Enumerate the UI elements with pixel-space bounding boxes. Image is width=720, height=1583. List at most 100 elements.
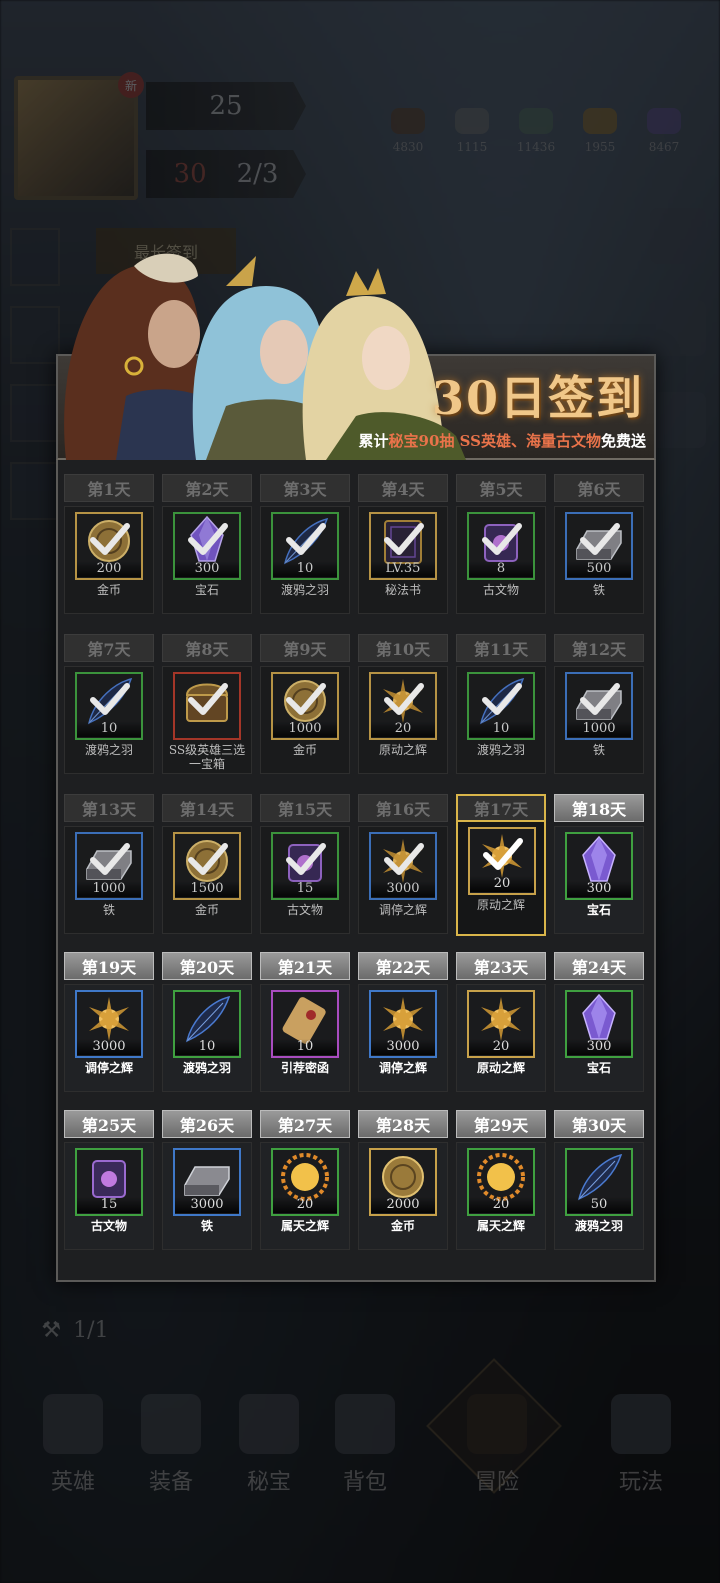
signin-title: 30日签到 xyxy=(431,371,644,425)
checkmark-icon xyxy=(580,682,620,715)
signin-day-cell[interactable]: 第1天 200 金币 xyxy=(64,474,154,616)
day-label: 第26天 xyxy=(162,1110,252,1138)
day-label: 第17天 xyxy=(456,794,546,822)
reward-item: 1000 xyxy=(271,672,339,740)
signin-day-cell[interactable]: 第3天 10 渡鸦之羽 xyxy=(260,474,350,616)
reward-quantity: LV.35 xyxy=(371,561,435,577)
signin-day-cell[interactable]: 第26天 3000 铁 xyxy=(162,1110,252,1252)
reward-item: 3000 xyxy=(369,990,437,1058)
day-label: 第21天 xyxy=(260,952,350,980)
signin-day-cell[interactable]: 第27天 20 属天之辉 xyxy=(260,1110,350,1252)
day-label: 第18天 xyxy=(554,794,644,822)
signin-day-cell[interactable]: 第23天 20 原动之辉 xyxy=(456,952,546,1094)
reward-item: 10 xyxy=(271,990,339,1058)
reward-name: 铁 xyxy=(592,743,605,757)
checkmark-icon xyxy=(286,522,326,555)
reward-quantity: 15 xyxy=(273,881,337,897)
signin-day-cell[interactable]: 第21天 10 引荐密函 xyxy=(260,952,350,1094)
signin-day-cell[interactable]: 第25天 15 古文物 xyxy=(64,1110,154,1252)
signin-day-cell[interactable]: 第8天 SS级英雄三选一宝箱 xyxy=(162,634,252,776)
reward-item: 2000 xyxy=(369,1148,437,1216)
reward-item: 300 xyxy=(173,512,241,580)
checkmark-icon xyxy=(483,837,523,870)
reward-name: SS级英雄三选一宝箱 xyxy=(168,743,246,771)
day-label: 第6天 xyxy=(554,474,644,502)
reward-box: 1000 铁 xyxy=(554,666,644,774)
signin-day-cell[interactable]: 第2天 300 宝石 xyxy=(162,474,252,616)
reward-name: 铁 xyxy=(592,583,605,597)
checkmark-icon xyxy=(482,682,522,715)
checkmark-icon xyxy=(188,682,228,715)
signin-day-cell[interactable]: 第16天 3000 调停之辉 xyxy=(358,794,448,936)
reward-box: 10 渡鸦之羽 xyxy=(456,666,546,774)
reward-quantity: 10 xyxy=(175,1039,239,1055)
day-label: 第19天 xyxy=(64,952,154,980)
signin-day-cell[interactable]: 第6天 500 铁 xyxy=(554,474,644,616)
reward-name: 金币 xyxy=(390,1219,415,1233)
signin-day-cell[interactable]: 第4天 LV.35 秘法书 xyxy=(358,474,448,616)
signin-day-cell[interactable]: 第5天 8 古文物 xyxy=(456,474,546,616)
reward-quantity: 10 xyxy=(273,1039,337,1055)
signin-day-cell[interactable]: 第17天 20 原动之辉 xyxy=(456,794,546,936)
signin-day-cell[interactable]: 第14天 1500 金币 xyxy=(162,794,252,936)
reward-item: 20 xyxy=(369,672,437,740)
reward-box: 3000 调停之辉 xyxy=(64,984,154,1092)
reward-item: 10 xyxy=(467,672,535,740)
reward-box: 1000 金币 xyxy=(260,666,350,774)
reward-quantity: 20 xyxy=(273,1197,337,1213)
signin-day-cell[interactable]: 第13天 1000 铁 xyxy=(64,794,154,936)
reward-quantity: 10 xyxy=(77,721,141,737)
checkmark-icon xyxy=(384,682,424,715)
reward-item: 20 xyxy=(271,1148,339,1216)
signin-day-cell[interactable]: 第28天 2000 金币 xyxy=(358,1110,448,1252)
reward-box: 10 渡鸦之羽 xyxy=(64,666,154,774)
signin-day-cell[interactable]: 第29天 20 属天之辉 xyxy=(456,1110,546,1252)
reward-name: 渡鸦之羽 xyxy=(84,743,133,757)
checkmark-icon xyxy=(286,682,326,715)
signin-day-cell[interactable]: 第7天 10 渡鸦之羽 xyxy=(64,634,154,776)
reward-item: 500 xyxy=(565,512,633,580)
signin-day-cell[interactable]: 第18天 300 宝石 xyxy=(554,794,644,936)
reward-name: 调停之辉 xyxy=(84,1061,133,1075)
reward-quantity: 1000 xyxy=(273,721,337,737)
reward-quantity: 50 xyxy=(567,1197,631,1213)
signin-day-cell[interactable]: 第30天 50 渡鸦之羽 xyxy=(554,1110,644,1252)
signin-day-cell[interactable]: 第12天 1000 铁 xyxy=(554,634,644,776)
signin-day-cell[interactable]: 第9天 1000 金币 xyxy=(260,634,350,776)
reward-item: 20 xyxy=(468,827,536,895)
reward-quantity: 3000 xyxy=(175,1197,239,1213)
reward-box: 200 金币 xyxy=(64,506,154,614)
day-label: 第23天 xyxy=(456,952,546,980)
signin-banner: 30日签到 累计秘宝90抽 SS英雄、海量古文物免费送 xyxy=(56,246,656,460)
signin-day-cell[interactable]: 第20天 10 渡鸦之羽 xyxy=(162,952,252,1094)
signin-day-cell[interactable]: 第10天 20 原动之辉 xyxy=(358,634,448,776)
signin-day-cell[interactable]: 第19天 3000 调停之辉 xyxy=(64,952,154,1094)
signin-day-cell[interactable]: 第15天 15 古文物 xyxy=(260,794,350,936)
reward-item: 300 xyxy=(565,990,633,1058)
checkmark-icon xyxy=(286,842,326,875)
reward-box: 8 古文物 xyxy=(456,506,546,614)
reward-item: LV.35 xyxy=(369,512,437,580)
reward-item: 3000 xyxy=(369,832,437,900)
reward-quantity: 20 xyxy=(469,1197,533,1213)
reward-quantity: 10 xyxy=(469,721,533,737)
reward-name: 渡鸦之羽 xyxy=(476,743,525,757)
signin-day-cell[interactable]: 第11天 10 渡鸦之羽 xyxy=(456,634,546,776)
day-label: 第12天 xyxy=(554,634,644,662)
reward-quantity: 15 xyxy=(77,1197,141,1213)
reward-box: 20 属天之辉 xyxy=(260,1142,350,1250)
reward-name: 宝石 xyxy=(586,1061,611,1075)
checkmark-icon xyxy=(90,682,130,715)
reward-box: SS级英雄三选一宝箱 xyxy=(162,666,252,774)
day-label: 第24天 xyxy=(554,952,644,980)
reward-name: 古文物 xyxy=(482,583,519,597)
checkmark-icon xyxy=(188,842,228,875)
day-label: 第27天 xyxy=(260,1110,350,1138)
reward-quantity: 1500 xyxy=(175,881,239,897)
signin-day-cell[interactable]: 第22天 3000 调停之辉 xyxy=(358,952,448,1094)
day-label: 第16天 xyxy=(358,794,448,822)
signin-day-cell[interactable]: 第24天 300 宝石 xyxy=(554,952,644,1094)
reward-box: 500 铁 xyxy=(554,506,644,614)
reward-name: 金币 xyxy=(96,583,121,597)
reward-item: 15 xyxy=(271,832,339,900)
